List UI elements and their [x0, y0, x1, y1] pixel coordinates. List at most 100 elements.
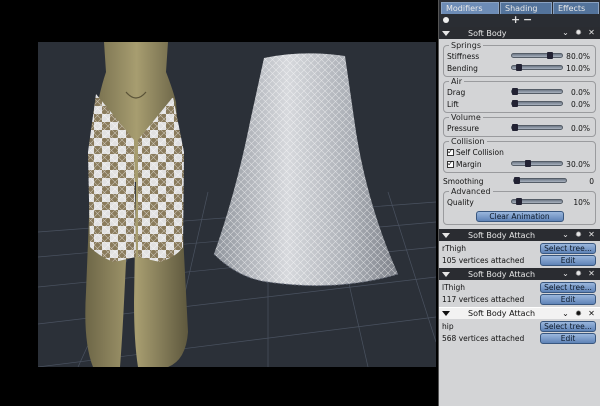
chevron-down-icon[interactable]: ⌄ [561, 309, 570, 319]
edit-button[interactable]: Edit [540, 255, 596, 266]
soft-body-title: Soft Body [468, 28, 507, 38]
volume-title: Volume [449, 113, 483, 122]
bending-value: 10.0% [566, 63, 590, 73]
gear-icon[interactable]: ✹ [574, 28, 583, 38]
close-icon[interactable]: ✕ [587, 269, 596, 279]
attach-info-row: 105 vertices attached Edit [439, 254, 600, 266]
bending-slider[interactable] [511, 64, 563, 71]
air-group: Air Drag 0.0% Lift 0.0% [443, 77, 596, 113]
attach-title: Soft Body Attach [468, 309, 536, 318]
soft-body-attach-header-rThigh[interactable]: Soft Body Attach ⌄ ✹ ✕ [439, 229, 600, 241]
edit-button[interactable]: Edit [540, 294, 596, 305]
panel-tabs: Modifiers Shading Effects [439, 0, 600, 14]
attach-bone-name: rThigh [442, 243, 467, 253]
drag-label: Drag [447, 87, 466, 97]
slider-knob[interactable] [514, 177, 520, 184]
advanced-group: Advanced Quality 10% Clear Animation [443, 187, 596, 225]
attach-info-row: 568 vertices attached Edit [439, 332, 600, 344]
add-modifier-button[interactable]: + [511, 14, 520, 26]
tab-modifiers[interactable]: Modifiers [441, 2, 499, 14]
drag-slider[interactable] [511, 88, 563, 95]
gear-icon[interactable]: ✹ [574, 269, 583, 279]
chevron-down-icon[interactable]: ⌄ [561, 269, 570, 279]
soft-body-section: Springs Stiffness 80.0% Bending 10.0% Ai… [439, 39, 600, 229]
lift-value: 0.0% [570, 99, 590, 109]
lift-slider[interactable] [511, 100, 563, 107]
skirt-mesh [213, 53, 399, 287]
chevron-down-icon[interactable]: ⌄ [561, 28, 570, 38]
tab-effects[interactable]: Effects [553, 2, 599, 14]
quality-row: Quality 10% [447, 196, 592, 208]
self-collision-checkbox[interactable] [447, 147, 454, 156]
attach-info-row: 117 vertices attached Edit [439, 293, 600, 305]
close-icon[interactable]: ✕ [587, 28, 596, 38]
soft-body-attach-header-lThigh[interactable]: Soft Body Attach ⌄ ✹ ✕ [439, 268, 600, 280]
smoothing-value: 0 [589, 176, 594, 186]
quality-value: 10% [573, 197, 590, 207]
collapse-triangle-icon[interactable] [442, 311, 450, 316]
slider-knob[interactable] [512, 124, 518, 131]
3d-viewport[interactable] [0, 0, 438, 406]
attach-body: hip Select tree... 568 vertices attached… [439, 319, 600, 346]
edit-button[interactable]: Edit [540, 333, 596, 344]
smoothing-slider[interactable] [513, 177, 567, 184]
attach-vertex-count: 117 vertices attached [442, 294, 525, 304]
collision-title: Collision [449, 137, 487, 146]
stiffness-slider[interactable] [511, 52, 563, 59]
collapse-triangle-icon[interactable] [442, 232, 450, 238]
close-icon[interactable]: ✕ [587, 230, 596, 240]
collision-group: Collision Self Collision Margin 30.0% [443, 137, 596, 173]
clear-animation-button[interactable]: Clear Animation [475, 211, 564, 222]
attach-body: lThigh Select tree... 117 vertices attac… [439, 280, 600, 307]
attach-name-row: hip Select tree... [439, 320, 600, 332]
soft-body-header[interactable]: Soft Body ⌄ ✹ ✕ [439, 27, 600, 39]
smoothing-label: Smoothing [443, 176, 484, 186]
margin-row: Margin 30.0% [447, 158, 592, 170]
pressure-value: 0.0% [570, 123, 590, 133]
slider-knob[interactable] [525, 160, 531, 167]
select-tree-button[interactable]: Select tree... [540, 243, 596, 254]
properties-panel: Modifiers Shading Effects + − Soft Body … [438, 0, 600, 406]
gear-icon[interactable]: ✹ [574, 230, 583, 240]
status-dot-icon [443, 17, 449, 23]
stiffness-label: Stiffness [447, 51, 480, 61]
margin-value: 30.0% [566, 159, 590, 169]
attach-title: Soft Body Attach [468, 230, 536, 240]
select-tree-button[interactable]: Select tree... [540, 321, 596, 332]
attach-vertex-count: 568 vertices attached [442, 333, 525, 343]
modifier-toolbar: + − [439, 14, 600, 27]
slider-knob[interactable] [516, 64, 522, 71]
quality-slider[interactable] [511, 198, 563, 205]
margin-slider[interactable] [511, 160, 563, 167]
bending-label: Bending [447, 63, 478, 73]
chevron-down-icon[interactable]: ⌄ [561, 230, 570, 240]
pressure-slider[interactable] [511, 124, 563, 131]
soft-body-attach-header-hip[interactable]: Soft Body Attach ⌄ ✹ ✕ [439, 307, 600, 319]
collapse-triangle-icon[interactable] [442, 271, 450, 277]
bending-row: Bending 10.0% [447, 62, 592, 74]
lift-row: Lift 0.0% [447, 98, 592, 110]
pressure-label: Pressure [447, 123, 480, 133]
drag-row: Drag 0.0% [447, 86, 592, 98]
volume-group: Volume Pressure 0.0% [443, 113, 596, 137]
collapse-triangle-icon[interactable] [442, 30, 450, 36]
attach-bone-name: hip [442, 321, 454, 331]
attach-bone-name: lThigh [442, 282, 466, 292]
slider-knob[interactable] [512, 88, 518, 95]
slider-knob[interactable] [512, 100, 518, 107]
margin-label: Margin [456, 159, 482, 169]
attach-name-row: lThigh Select tree... [439, 281, 600, 293]
slider-knob[interactable] [516, 198, 522, 205]
springs-title: Springs [449, 41, 483, 50]
slider-knob[interactable] [547, 52, 553, 59]
self-collision-label: Self Collision [456, 147, 504, 157]
remove-modifier-button[interactable]: − [523, 14, 532, 26]
margin-checkbox[interactable] [447, 159, 454, 168]
attach-title: Soft Body Attach [468, 269, 536, 279]
render-scene[interactable] [38, 42, 436, 367]
gear-icon[interactable]: ✹ [574, 309, 583, 319]
attach-vertex-count: 105 vertices attached [442, 255, 525, 265]
stiffness-value: 80.0% [566, 51, 590, 61]
select-tree-button[interactable]: Select tree... [540, 282, 596, 293]
close-icon[interactable]: ✕ [587, 309, 596, 319]
